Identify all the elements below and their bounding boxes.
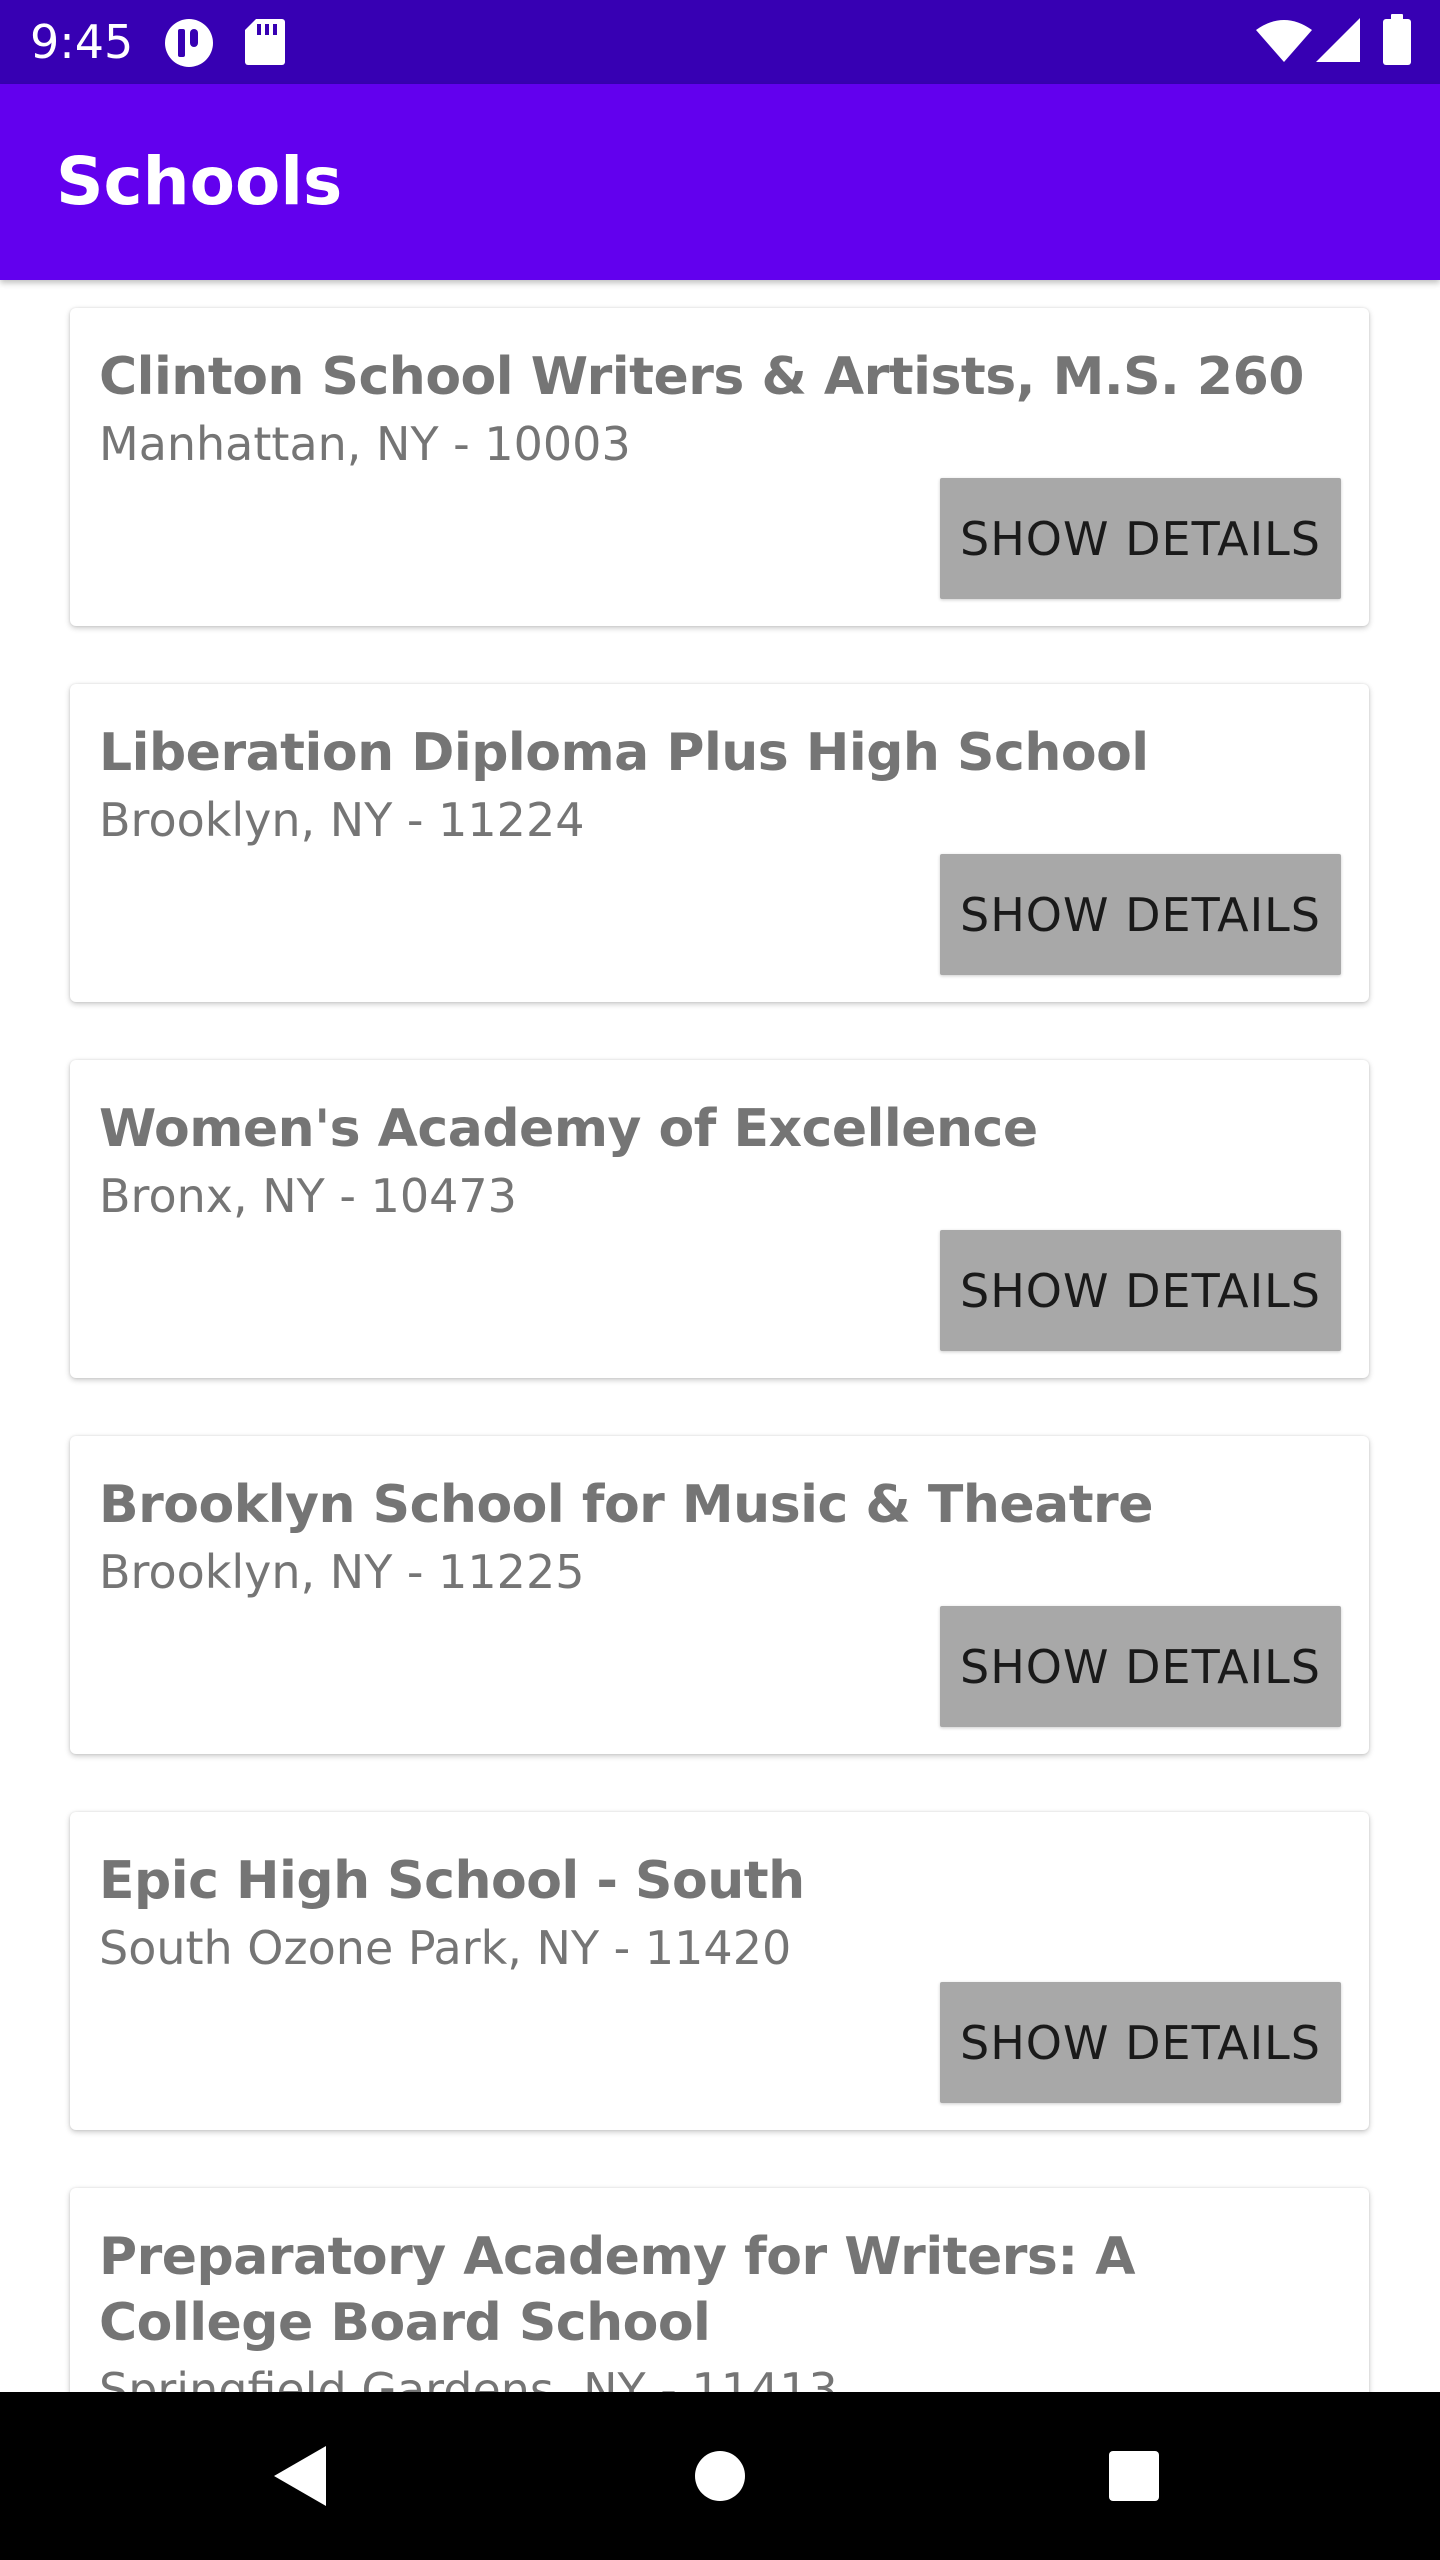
status-bar: 9:45 <box>0 0 1440 84</box>
page-title: Schools <box>56 143 343 220</box>
school-name: Epic High School - South <box>99 1851 805 1911</box>
school-card: Clinton School Writers & Artists, M.S. 2… <box>70 308 1369 626</box>
school-location: South Ozone Park, NY - 11420 <box>99 1921 792 1975</box>
wifi-icon <box>1256 20 1312 62</box>
cell-signal-icon <box>1316 18 1360 62</box>
school-card: Epic High School - South South Ozone Par… <box>70 1812 1369 2130</box>
battery-icon <box>1383 14 1411 65</box>
school-location: Springfield Gardens, NY - 11413 <box>99 2363 838 2392</box>
school-location: Brooklyn, NY - 11224 <box>99 793 585 847</box>
school-card: Women's Academy of Excellence Bronx, NY … <box>70 1060 1369 1378</box>
school-location: Manhattan, NY - 10003 <box>99 417 631 471</box>
show-details-button[interactable]: SHOW DETAILS <box>940 1606 1341 1727</box>
school-name: Brooklyn School for Music & Theatre <box>99 1475 1153 1535</box>
school-location: Bronx, NY - 10473 <box>99 1169 517 1223</box>
school-name: Clinton School Writers & Artists, M.S. 2… <box>99 347 1304 407</box>
school-list[interactable]: Clinton School Writers & Artists, M.S. 2… <box>0 280 1440 2392</box>
sd-card-icon <box>245 19 285 65</box>
show-details-button[interactable]: SHOW DETAILS <box>940 478 1341 599</box>
navigation-bar <box>0 2392 1440 2560</box>
school-name: Preparatory Academy for Writers: A Colle… <box>99 2227 1136 2353</box>
app-bar: Schools <box>0 84 1440 280</box>
badge-icon <box>165 19 213 67</box>
school-name: Liberation Diploma Plus High School <box>99 723 1149 783</box>
school-card: Liberation Diploma Plus High School Broo… <box>70 684 1369 1002</box>
home-icon[interactable] <box>694 2450 746 2502</box>
show-details-button[interactable]: SHOW DETAILS <box>940 1982 1341 2103</box>
school-card: Preparatory Academy for Writers: A Colle… <box>70 2188 1369 2392</box>
status-time: 9:45 <box>30 15 134 69</box>
school-card: Brooklyn School for Music & Theatre Broo… <box>70 1436 1369 1754</box>
school-name: Women's Academy of Excellence <box>99 1099 1038 1159</box>
school-location: Brooklyn, NY - 11225 <box>99 1545 585 1599</box>
show-details-button[interactable]: SHOW DETAILS <box>940 1230 1341 1351</box>
back-icon[interactable] <box>272 2444 328 2508</box>
recents-icon[interactable] <box>1108 2450 1160 2502</box>
show-details-button[interactable]: SHOW DETAILS <box>940 854 1341 975</box>
